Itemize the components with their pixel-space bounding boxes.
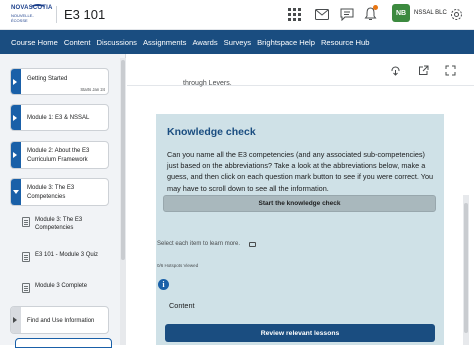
subitem-label: Module 3: The E3 Competencies <box>35 217 83 231</box>
sidebar-subitem[interactable]: Module 3 Complete <box>22 282 105 293</box>
content-scroll-thumb[interactable] <box>464 203 468 333</box>
nav-brightspace-help[interactable]: Brightspace Help <box>257 38 315 47</box>
document-icon <box>22 217 30 227</box>
logo-line2: NOUVELLE-ÉCOSSE <box>11 13 34 23</box>
gear-icon[interactable] <box>447 5 465 23</box>
module-2[interactable]: Module 2: About the E3 Curriculum Framew… <box>10 141 109 169</box>
module-label: Module 3: The E3 Competencies <box>27 185 75 200</box>
module-label: Module 1: E3 & NSSAL <box>27 115 90 121</box>
chevron-down-icon <box>13 190 19 194</box>
top-header: NOVASCOTIA NOUVELLE-ÉCOSSE E3 101 NB NSS… <box>0 0 474 30</box>
module-3[interactable]: Module 3: The E3 Competencies <box>10 178 109 206</box>
info-icon[interactable]: i <box>158 279 169 290</box>
nav-content[interactable]: Content <box>64 38 91 47</box>
module-bar <box>11 105 21 130</box>
module-label: Module 2: About the E3 Curriculum Framew… <box>27 148 90 163</box>
sidebar-scrollbar[interactable] <box>120 58 126 345</box>
nova-scotia-logo[interactable]: NOVASCOTIA NOUVELLE-ÉCOSSE <box>11 4 52 23</box>
module-find-and-use-information[interactable]: Find and Use Information <box>10 306 109 334</box>
content-scrollbar[interactable] <box>463 195 469 345</box>
document-icon <box>22 252 30 262</box>
avatar[interactable]: NB <box>392 4 410 22</box>
chevron-right-icon <box>13 317 17 323</box>
fullscreen-icon[interactable] <box>444 64 456 76</box>
chat-icon[interactable] <box>338 5 356 23</box>
previous-text-fragment: through Levers. <box>183 80 232 87</box>
subitem-label: Module 3 Complete <box>35 283 88 289</box>
nav-discussions[interactable]: Discussions <box>96 38 137 47</box>
course-title[interactable]: E3 101 <box>64 7 105 22</box>
mail-icon[interactable] <box>313 5 331 23</box>
sidebar-subitem[interactable]: Module 3: The E3 Competencies <box>22 216 105 232</box>
grid-icon[interactable] <box>285 5 303 23</box>
open-external-icon[interactable] <box>417 64 429 76</box>
subitem-label: E3 101 - Module 3 Quiz <box>35 252 99 258</box>
select-instruction: Select each item to learn more. <box>157 241 241 247</box>
module-bar <box>11 69 21 94</box>
knowledge-check-description: Can you name all the E3 competencies (an… <box>167 150 434 193</box>
content-label: Content <box>169 301 195 310</box>
module-bar <box>11 142 21 168</box>
nav-assignments[interactable]: Assignments <box>143 38 186 47</box>
nav-surveys[interactable]: Surveys <box>224 38 251 47</box>
document-icon <box>22 283 30 293</box>
username[interactable]: NSSAL BLC <box>414 10 447 16</box>
keyboard-icon <box>249 242 256 247</box>
sidebar-next-item[interactable] <box>15 338 112 348</box>
sidebar-subitem[interactable]: E3 101 - Module 3 Quiz <box>22 251 105 262</box>
module-start-date: Starts Jan 24 <box>80 87 105 92</box>
download-icon[interactable] <box>389 64 401 76</box>
hotspots-viewed-count: 0/6 Hotspots Viewed <box>157 263 199 268</box>
review-lessons-button[interactable]: Review relevant lessons <box>165 324 435 342</box>
start-knowledge-check-button[interactable]: Start the knowledge check <box>163 195 436 212</box>
chevron-right-icon <box>13 114 17 121</box>
module-label: Find and Use Information <box>27 318 95 324</box>
module-label: Getting Started <box>27 76 68 82</box>
chevron-right-icon <box>13 152 17 158</box>
header-divider <box>56 6 57 23</box>
module-bar <box>11 307 21 333</box>
module-bar <box>11 179 21 205</box>
nav-resource-hub[interactable]: Resource Hub <box>321 38 370 47</box>
logo-line1: NOVASCOTIA <box>11 5 53 11</box>
chevron-right-icon <box>13 78 17 85</box>
module-getting-started[interactable]: Getting Started Starts Jan 24 <box>10 68 109 95</box>
sidebar-scroll-thumb[interactable] <box>121 60 125 260</box>
module-1[interactable]: Module 1: E3 & NSSAL <box>10 104 109 131</box>
knowledge-check-title: Knowledge check <box>167 126 256 138</box>
notification-dot-icon <box>373 5 378 10</box>
nav-awards[interactable]: Awards <box>192 38 217 47</box>
nav-course-home[interactable]: Course Home <box>11 38 58 47</box>
bell-icon[interactable] <box>361 5 379 23</box>
course-navbar: Course Home Content Discussions Assignme… <box>0 30 474 54</box>
content-toolbar <box>127 54 474 86</box>
